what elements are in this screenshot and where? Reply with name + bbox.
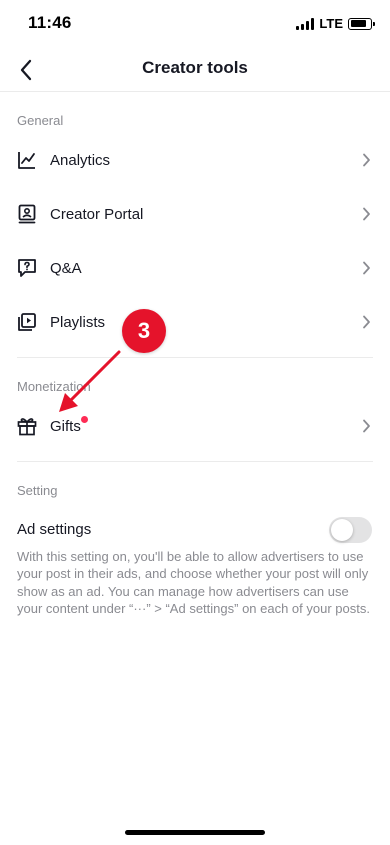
battery-icon <box>348 17 375 30</box>
page-title: Creator tools <box>142 58 248 77</box>
ad-settings-label: Ad settings <box>17 521 92 538</box>
notification-dot <box>81 416 88 423</box>
nav-bar: Creator tools <box>0 48 390 92</box>
ad-settings-toggle[interactable] <box>329 517 372 543</box>
ad-settings-description: With this setting on, you'll be able to … <box>17 549 370 616</box>
section-header-general: General <box>17 113 64 128</box>
menu-item-label: Creator Portal <box>50 205 144 223</box>
qa-icon <box>16 257 38 279</box>
chevron-right-icon <box>360 207 372 221</box>
network-type: LTE <box>319 16 343 31</box>
chevron-right-icon <box>360 261 372 275</box>
menu-item-analytics[interactable]: Analytics <box>0 133 390 187</box>
playlists-icon <box>16 311 38 333</box>
home-indicator <box>125 830 265 835</box>
section-header-monetization: Monetization <box>17 379 91 394</box>
chevron-right-icon <box>360 315 372 329</box>
menu-item-playlists[interactable]: Playlists <box>0 295 390 349</box>
toggle-knob <box>331 519 353 541</box>
signal-icon <box>296 17 315 30</box>
menu-item-gifts[interactable]: Gifts <box>0 399 390 453</box>
status-time: 11:46 <box>28 13 72 32</box>
analytics-chart-icon <box>16 149 38 171</box>
menu-item-qa[interactable]: Q&A <box>0 241 390 295</box>
gift-icon <box>16 415 38 437</box>
status-bar: 11:46 LTE <box>0 0 390 48</box>
creator-portal-icon <box>16 203 38 225</box>
menu-item-label: Gifts <box>50 417 81 435</box>
divider <box>17 357 373 358</box>
menu-item-label: Analytics <box>50 151 111 169</box>
chevron-right-icon <box>360 153 372 167</box>
menu-item-creator-portal[interactable]: Creator Portal <box>0 187 390 241</box>
status-indicators: LTE <box>296 16 375 31</box>
divider <box>17 461 373 462</box>
chevron-right-icon <box>360 419 372 433</box>
menu-item-label: Playlists <box>50 313 106 331</box>
step-number-badge: 3 <box>122 309 166 353</box>
section-header-setting: Setting <box>17 483 58 498</box>
menu-item-label: Q&A <box>50 259 82 277</box>
